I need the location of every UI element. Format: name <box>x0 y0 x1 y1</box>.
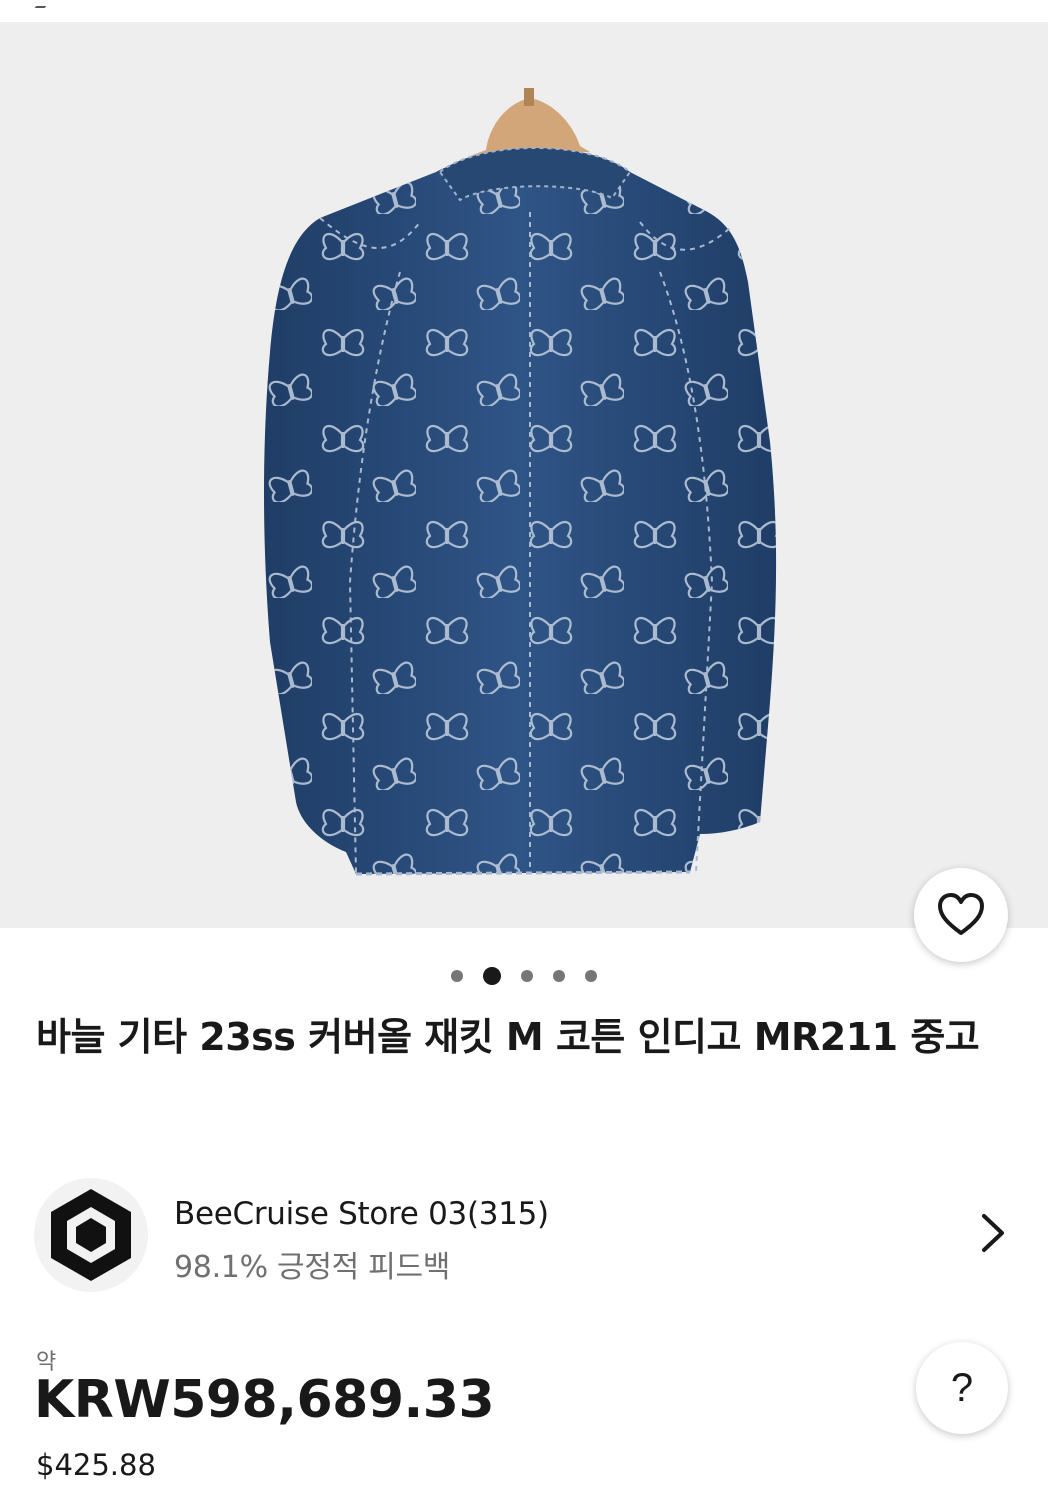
gallery-dot[interactable] <box>553 970 565 982</box>
gallery-dot[interactable] <box>451 970 463 982</box>
seller-avatar <box>34 1178 148 1292</box>
top-status-strip <box>0 0 1048 22</box>
chevron-right-icon[interactable] <box>976 1212 1010 1254</box>
price-usd: $425.88 <box>36 1448 156 1482</box>
gallery-dot-active[interactable] <box>483 967 501 985</box>
product-image[interactable] <box>0 22 1048 928</box>
favorite-button[interactable] <box>914 868 1008 962</box>
seller-name[interactable]: BeeCruise Store 03(315) <box>174 1196 549 1232</box>
gallery-dot[interactable] <box>521 970 533 982</box>
help-button[interactable]: ? <box>916 1342 1008 1434</box>
seller-feedback: 98.1% 긍정적 피드백 <box>174 1250 451 1285</box>
jacket-illustration <box>264 88 777 876</box>
heart-icon <box>938 893 984 935</box>
help-icon: ? <box>950 1365 974 1410</box>
gallery-dot[interactable] <box>585 970 597 982</box>
seller-info-row[interactable]: BeeCruise Store 03(315) 98.1% 긍정적 피드백 <box>0 1176 1048 1292</box>
gallery-pagination <box>0 962 1048 990</box>
product-title: 바늘 기타 23ss 커버올 재킷 M 코튼 인디고 MR211 중고 <box>36 1015 980 1059</box>
price-main: KRW598,689.33 <box>34 1370 495 1430</box>
back-arrow-icon[interactable] <box>34 0 52 8</box>
hexagon-logo-icon <box>51 1189 131 1281</box>
